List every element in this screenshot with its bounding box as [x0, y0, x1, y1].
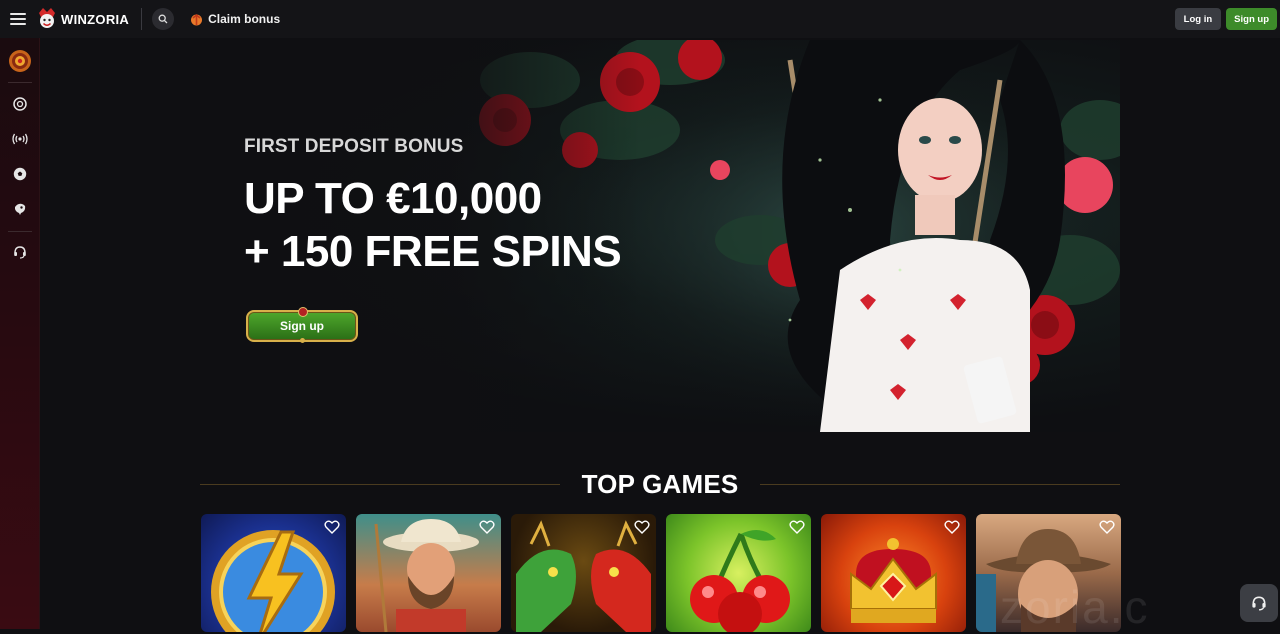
hero-subtitle: FIRST DEPOSIT BONUS — [244, 136, 464, 157]
watermark: zoria.c — [1000, 581, 1150, 633]
game-card[interactable] — [821, 514, 966, 632]
sidebar-item-casino[interactable] — [0, 89, 40, 119]
soccer-ball-icon — [13, 167, 27, 181]
claim-bonus-label: Claim bonus — [208, 12, 281, 26]
signup-button[interactable]: Sign up — [1226, 8, 1277, 30]
esports-icon — [15, 203, 26, 215]
support-headset-icon — [1252, 596, 1266, 611]
search-icon — [158, 14, 168, 24]
logo[interactable]: WINZORIA — [36, 7, 129, 31]
game-card[interactable] — [666, 514, 811, 632]
favorite-heart-icon[interactable] — [479, 520, 495, 534]
support-headset-icon — [14, 246, 26, 259]
game-card[interactable] — [201, 514, 346, 632]
game-card[interactable] — [356, 514, 501, 632]
section-title: TOP GAMES — [581, 468, 739, 499]
search-button[interactable] — [152, 8, 175, 30]
logo-text: WINZORIA — [61, 11, 130, 27]
sidebar-item-esports[interactable] — [0, 194, 40, 224]
sidebar-item-support[interactable] — [0, 237, 40, 267]
bonus-wheel-icon — [9, 50, 31, 72]
gift-icon — [191, 13, 203, 25]
support-chat-button[interactable] — [1240, 584, 1278, 622]
hero-title-line-2: + 150 FREE SPINS — [244, 227, 622, 276]
favorite-heart-icon[interactable] — [944, 520, 960, 534]
hero-title-line-1: UP TO €10,000 — [244, 174, 542, 223]
sidebar-item-bonus[interactable] — [0, 46, 40, 76]
favorite-heart-icon[interactable] — [634, 520, 650, 534]
sidebar — [0, 38, 40, 629]
game-card[interactable] — [511, 514, 656, 632]
sidebar-divider — [8, 231, 32, 232]
sidebar-item-live[interactable] — [0, 124, 40, 154]
hero-signup-button[interactable]: Sign up — [246, 307, 358, 343]
header-divider — [141, 8, 143, 30]
top-games-header: TOP GAMES — [200, 466, 1120, 502]
sidebar-item-sports[interactable] — [0, 159, 40, 189]
hero-banner[interactable]: FIRST DEPOSIT BONUS UP TO €10,000 + 150 … — [200, 40, 1120, 432]
favorite-heart-icon[interactable] — [324, 520, 340, 534]
divider-line — [200, 483, 560, 485]
live-broadcast-icon — [12, 133, 28, 145]
menu-icon[interactable] — [10, 13, 26, 25]
jester-logo-icon — [39, 8, 55, 28]
divider-line — [760, 483, 1120, 485]
favorite-heart-icon[interactable] — [1099, 520, 1115, 534]
top-games-list — [200, 514, 1121, 632]
claim-bonus-button[interactable]: Claim bonus — [190, 12, 280, 26]
hero-title: UP TO €10,000 + 150 FREE SPINS — [244, 172, 622, 278]
sidebar-divider — [8, 82, 32, 83]
top-bar: WINZORIA Claim bonus Log in Sign up — [0, 0, 1280, 38]
casino-chip-icon — [13, 97, 27, 111]
login-button[interactable]: Log in — [1174, 8, 1222, 30]
favorite-heart-icon[interactable] — [789, 520, 805, 534]
